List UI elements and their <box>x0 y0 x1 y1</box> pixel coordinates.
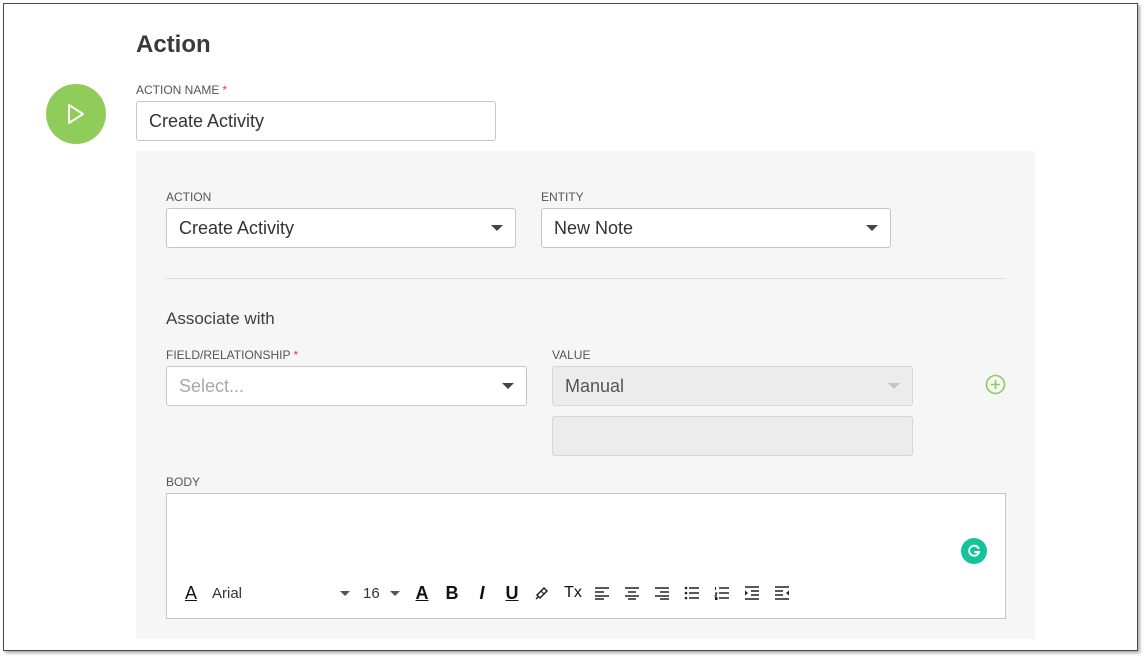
action-select[interactable]: Create Activity <box>166 208 516 248</box>
chevron-down-icon <box>866 225 878 231</box>
value-select[interactable]: Manual <box>552 366 913 406</box>
align-center-icon[interactable] <box>623 582 641 604</box>
action-name-label: ACTION NAME * <box>136 83 228 97</box>
entity-label: ENTITY <box>541 190 584 204</box>
bullet-list-icon[interactable] <box>683 582 701 604</box>
text-color-icon[interactable]: A <box>413 582 431 604</box>
font-size-select[interactable]: 16 <box>363 585 380 602</box>
font-family-select[interactable]: Arial <box>212 585 242 602</box>
page-title: Action <box>136 31 211 58</box>
action-label: ACTION <box>166 190 212 204</box>
bold-icon[interactable]: B <box>443 582 461 604</box>
numbered-list-icon[interactable] <box>713 582 731 604</box>
field-relationship-label: FIELD/RELATIONSHIP * <box>166 348 299 362</box>
body-label: BODY <box>166 475 201 489</box>
clear-format-icon[interactable]: Tx <box>563 582 583 604</box>
field-relationship-select[interactable]: Select... <box>166 366 527 406</box>
font-color-icon[interactable]: A <box>182 582 200 604</box>
add-row-icon[interactable] <box>985 374 1006 395</box>
value-label: VALUE <box>552 348 591 362</box>
body-editor[interactable] <box>166 493 1006 619</box>
play-icon <box>46 84 106 144</box>
associate-with-heading: Associate with <box>166 309 275 328</box>
chevron-down-icon <box>491 225 503 231</box>
align-left-icon[interactable] <box>593 582 611 604</box>
chevron-down-icon[interactable] <box>340 591 350 596</box>
section-divider <box>166 278 1006 279</box>
italic-icon[interactable]: I <box>473 582 491 604</box>
align-right-icon[interactable] <box>653 582 671 604</box>
indent-icon[interactable] <box>743 582 761 604</box>
underline-icon[interactable]: U <box>503 582 521 604</box>
chevron-down-icon <box>502 383 514 389</box>
action-name-input[interactable]: Create Activity <box>136 101 496 141</box>
chevron-down-icon <box>888 383 900 389</box>
manual-value-input[interactable] <box>552 416 913 456</box>
chevron-down-icon[interactable] <box>390 591 400 596</box>
format-painter-icon[interactable] <box>533 582 551 604</box>
outdent-icon[interactable] <box>773 582 791 604</box>
entity-select[interactable]: New Note <box>541 208 891 248</box>
grammarly-icon[interactable] <box>961 538 987 564</box>
